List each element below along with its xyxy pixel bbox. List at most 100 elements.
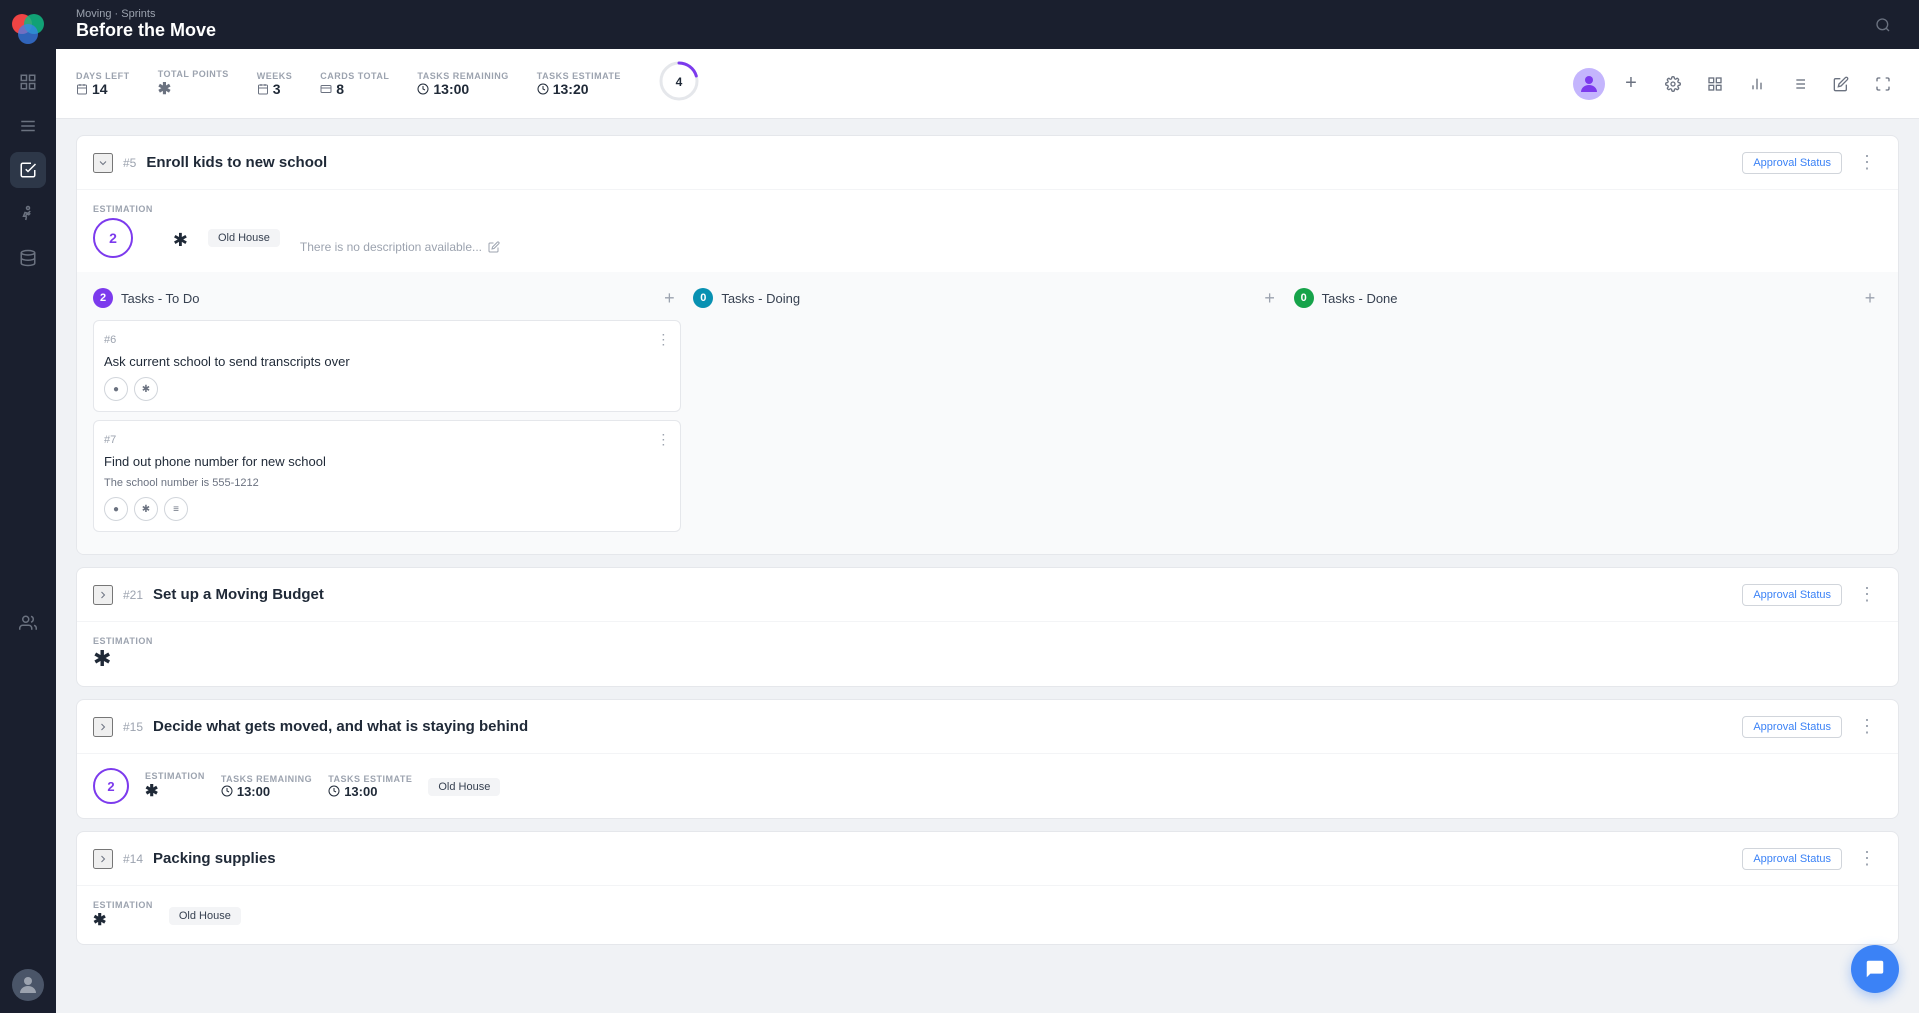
task-6-icon-1[interactable]: ● [104,377,128,401]
clock-icon-2 [328,785,340,797]
sidebar-item-sprints[interactable] [10,152,46,188]
sprint-3-more-button[interactable]: ⋮ [1852,714,1882,739]
task-card-7: #7 ⋮ Find out phone number for new schoo… [93,420,681,532]
sidebar-item-run[interactable] [10,196,46,232]
task-7-icon-1[interactable]: ● [104,497,128,521]
sprint-card-2: #21 Set up a Moving Budget Approval Stat… [76,567,1899,687]
sprint-1-approval-button[interactable]: Approval Status [1742,152,1842,174]
doing-col-title: Tasks - Doing [721,291,1249,306]
task-7-more-button[interactable]: ⋮ [656,431,670,448]
task-7-number: #7 [104,434,116,446]
fullscreen-button[interactable] [1867,68,1899,100]
stat-tasks-estimate: TASKS ESTIMATE 13:20 [537,71,621,97]
task-7-description: The school number is 555-1212 [104,477,670,489]
settings-button[interactable] [1657,68,1689,100]
task-7-title: Find out phone number for new school [104,454,670,469]
sprint-card-3: #15 Decide what gets moved, and what is … [76,699,1899,819]
progress-svg: 4 [657,59,701,103]
edit-description-icon[interactable] [488,241,500,253]
task-7-icon-2[interactable]: ✱ [134,497,158,521]
sprint-1-more-button[interactable]: ⋮ [1852,150,1882,175]
todo-add-button[interactable]: + [657,286,681,310]
task-6-icons: ● ✱ [104,377,670,401]
sprint-2-number: #21 [123,588,143,602]
sidebar-item-storage[interactable] [10,240,46,276]
sprint-4-title: Packing supplies [153,850,1732,867]
chat-bubble[interactable] [1851,945,1899,993]
task-7-icons: ● ✱ ≡ [104,497,670,521]
cards-icon [320,83,332,95]
doing-count-badge: 0 [693,288,713,308]
task-6-number: #6 [104,334,116,346]
stat-cards-total: CARDS TOTAL 8 [320,71,389,97]
sprint-4-body: ESTIMATION ✱ Old House [77,886,1898,944]
todo-col-title: Tasks - To Do [121,291,649,306]
sprint-1-description-block: There is no description available... [300,228,1882,254]
sprint-4-approval-button[interactable]: Approval Status [1742,848,1842,870]
sprint-4-toggle[interactable] [93,849,113,869]
search-button[interactable] [1867,9,1899,41]
clock-icon-estimate [537,83,549,95]
sprint-4-header: #14 Packing supplies Approval Status ⋮ [77,832,1898,886]
sprint-3-estimation-circle: 2 [93,768,129,804]
kanban-col-done-header: 0 Tasks - Done + [1294,286,1882,310]
done-add-button[interactable]: + [1858,286,1882,310]
sidebar-item-team[interactable] [10,605,46,641]
calendar-icon [76,83,88,95]
kanban-col-todo-header: 2 Tasks - To Do + [93,286,681,310]
sprint-1-number: #5 [123,156,136,170]
sprint-2-toggle[interactable] [93,585,113,605]
sidebar-item-dashboard[interactable] [10,64,46,100]
task-7-header: #7 ⋮ [104,431,670,448]
sprint-3-body: 2 ESTIMATION ✱ TASKS REMAINING 13:00 [77,754,1898,818]
sprint-2-approval-button[interactable]: Approval Status [1742,584,1842,606]
task-card-6: #6 ⋮ Ask current school to send transcri… [93,320,681,412]
main-area: Moving · Sprints Before the Move DAYS LE… [56,0,1919,1013]
chart-button[interactable] [1741,68,1773,100]
task-7-icon-3[interactable]: ≡ [164,497,188,521]
doing-add-button[interactable]: + [1258,286,1282,310]
sidebar [0,0,56,1013]
sprint-3-toggle[interactable] [93,717,113,737]
sprint-3-tag: Old House [428,778,500,796]
sprint-1-toggle[interactable] [93,153,113,173]
task-6-icon-2[interactable]: ✱ [134,377,158,401]
stat-total-points: TOTAL POINTS ✱ [158,69,229,99]
view-switch-button[interactable] [1699,68,1731,100]
sprint-1-kanban: 2 Tasks - To Do + #6 ⋮ Ask current schoo… [77,272,1898,554]
sprint-3-title: Decide what gets moved, and what is stay… [153,718,1732,735]
user-avatar[interactable] [1573,68,1605,100]
sprint-2-more-button[interactable]: ⋮ [1852,582,1882,607]
kanban-col-done: 0 Tasks - Done + [1294,286,1882,540]
sidebar-item-board[interactable] [10,108,46,144]
add-button[interactable]: + [1615,68,1647,100]
header: Moving · Sprints Before the Move [56,0,1919,49]
toolbar: + [1573,68,1899,100]
sprint-3-approval-button[interactable]: Approval Status [1742,716,1842,738]
sidebar-user-avatar[interactable] [12,969,44,1001]
sprint-4-more-button[interactable]: ⋮ [1852,846,1882,871]
sprint-1-meta: ESTIMATION 2 ✱ Old House There is no des… [77,190,1898,272]
sprint-2-star: ✱ [93,646,111,671]
clock-icon [221,785,233,797]
sprint-1-estimation-star: ✱ [173,230,188,251]
weeks-icon [257,83,269,95]
sprint-3-estimation-block: ESTIMATION ✱ [145,771,205,801]
sprint-1-header: #5 Enroll kids to new school Approval St… [77,136,1898,190]
sprint-3-tasks-remaining: TASKS REMAINING 13:00 [221,774,312,799]
sprint-4-tag: Old House [169,907,241,925]
sprint-2-title: Set up a Moving Budget [153,586,1732,603]
sprint-1-estimation-circle: 2 [93,218,133,258]
asterisk-icon: ✱ [158,79,171,99]
list-button[interactable] [1783,68,1815,100]
edit-button[interactable] [1825,68,1857,100]
task-6-more-button[interactable]: ⋮ [656,331,670,348]
kanban-col-todo: 2 Tasks - To Do + #6 ⋮ Ask current schoo… [93,286,681,540]
done-count-badge: 0 [1294,288,1314,308]
logo[interactable] [10,12,46,48]
sprint-card-4: #14 Packing supplies Approval Status ⋮ E… [76,831,1899,945]
sprint-3-tasks-estimate: TASKS ESTIMATE 13:00 [328,774,412,799]
sprint-1-estimation: ESTIMATION 2 [93,204,153,258]
no-description: There is no description available... [300,240,1882,254]
progress-circle: 4 [657,59,701,108]
